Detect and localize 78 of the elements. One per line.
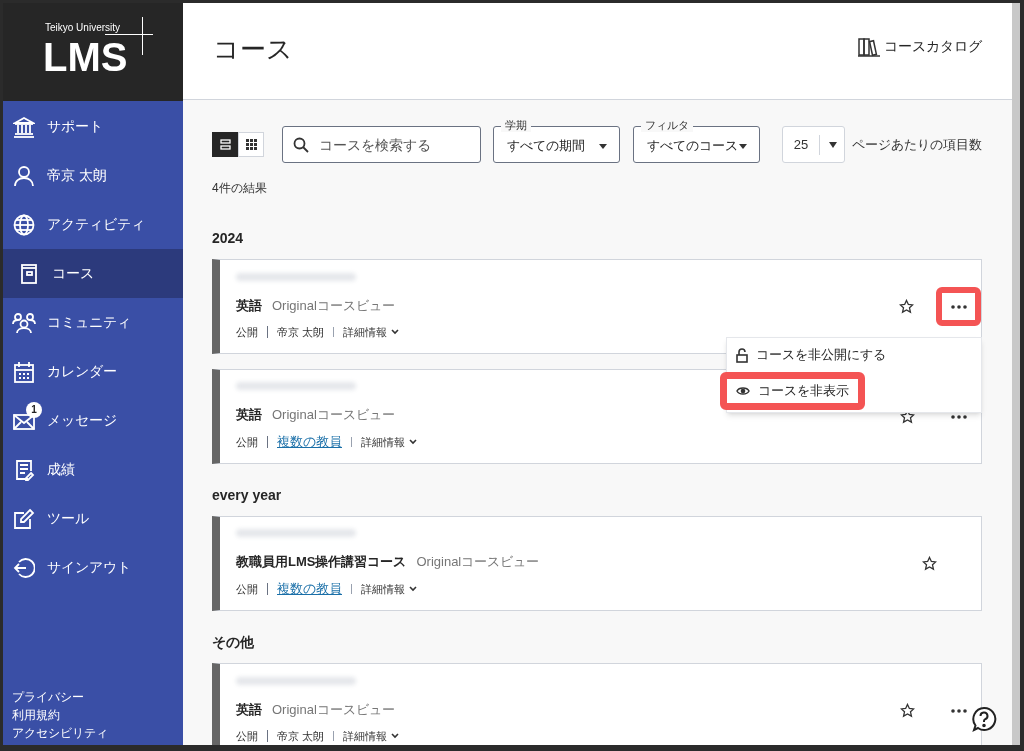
calendar-icon — [13, 360, 35, 383]
caret-icon — [739, 143, 747, 149]
chevron-down-icon — [391, 328, 400, 335]
details-toggle[interactable]: 詳細情報 — [343, 323, 400, 340]
sign-out-icon — [13, 556, 35, 579]
nav-item[interactable]: 成績 — [3, 445, 183, 494]
list-view-toggle[interactable] — [212, 132, 238, 157]
course-card[interactable]: 教職員用LMS操作講習コース Originalコースビュー 公開 複数の教員 詳細情報 — [212, 516, 982, 611]
people-icon — [12, 311, 36, 334]
page-size-label: ページあたりの項目数 — [852, 135, 982, 154]
menu-item[interactable]: コースを非公開にする — [727, 340, 981, 370]
globe-icon — [13, 213, 35, 236]
course-view-type: Originalコースビュー — [416, 552, 540, 571]
course-title[interactable]: 教職員用LMS操作講習コース — [236, 551, 407, 571]
logo-wordmark: LMS — [43, 37, 128, 77]
search-icon — [293, 137, 309, 153]
chevron-down-icon — [409, 585, 417, 592]
ellipsis-icon — [951, 414, 967, 419]
eye-icon — [736, 386, 750, 396]
course-title[interactable]: 英語 — [236, 296, 262, 316]
course-catalog-link[interactable]: コースカタログ — [858, 36, 982, 57]
nav-item[interactable]: 1 メッセージ — [3, 396, 183, 445]
bookshelf-icon — [858, 36, 880, 57]
instructor-link[interactable]: 複数の教員 — [277, 432, 342, 452]
course-view-type: Originalコースビュー — [272, 297, 395, 315]
group-heading: 2024 — [212, 229, 245, 248]
nav-item[interactable]: コミュニティ — [3, 298, 183, 347]
caret-icon — [829, 141, 837, 148]
course-status: 公開 — [236, 728, 258, 744]
grid-icon — [245, 139, 257, 150]
course-view-type: Originalコースビュー — [272, 701, 395, 719]
notification-badge: 1 — [26, 401, 42, 418]
instructor-link[interactable]: 複数の教員 — [277, 579, 342, 599]
group-heading: その他 — [212, 633, 255, 652]
page-title: コース — [213, 32, 293, 66]
ellipsis-icon — [951, 708, 967, 713]
details-toggle[interactable]: 詳細情報 — [361, 580, 417, 597]
details-toggle[interactable]: 詳細情報 — [343, 727, 400, 744]
unlock-icon — [736, 347, 748, 363]
chevron-down-icon — [391, 732, 400, 739]
footer-link[interactable]: 利用規約 — [12, 707, 183, 723]
chevron-down-icon — [409, 438, 417, 445]
course-status: 公開 — [236, 434, 258, 450]
nav-item[interactable]: 帝京 太朗 — [3, 151, 183, 200]
ellipsis-icon — [950, 304, 967, 309]
caret-icon — [599, 143, 607, 149]
footer-link[interactable]: アクセシビリティ — [12, 725, 183, 741]
nav-item[interactable]: ツール — [3, 494, 183, 543]
details-toggle[interactable]: 詳細情報 — [361, 433, 417, 450]
document-icon — [13, 458, 35, 481]
nav-item[interactable]: コース — [3, 249, 183, 298]
help-icon — [971, 706, 997, 732]
instructor-name: 帝京 太朗 — [277, 728, 325, 744]
help-button[interactable] — [970, 705, 998, 733]
edit-icon — [13, 507, 35, 530]
group-heading: every year — [212, 486, 283, 505]
course-status: 公開 — [236, 324, 258, 340]
footer-link[interactable]: プライバシー — [12, 689, 183, 705]
nav-item[interactable]: サインアウト — [3, 543, 183, 592]
course-status: 公開 — [236, 581, 258, 597]
book-icon — [18, 262, 40, 285]
list-icon — [219, 139, 231, 150]
logo-caption: Teikyo University — [45, 23, 121, 33]
search-field[interactable]: コースを検索する — [282, 126, 481, 163]
menu-item[interactable]: コースを非表示 — [720, 372, 865, 410]
page-size-dropdown[interactable]: 25 — [782, 126, 845, 163]
result-count: 4件の結果 — [212, 180, 268, 197]
grid-view-toggle[interactable] — [238, 132, 264, 157]
course-title[interactable]: 英語 — [236, 700, 262, 720]
nav-item[interactable]: サポート — [3, 102, 183, 151]
instructor-name: 帝京 太朗 — [277, 324, 325, 340]
nav-item[interactable]: カレンダー — [3, 347, 183, 396]
dropdown-label: フィルタ — [641, 118, 693, 132]
person-icon — [13, 164, 35, 187]
nav-item[interactable]: アクティビティ — [3, 200, 183, 249]
bank-icon — [13, 115, 35, 138]
dropdown-label: 学期 — [501, 118, 531, 132]
course-card[interactable]: 英語 Originalコースビュー 公開 帝京 太朗 詳細情報 — [212, 663, 982, 745]
